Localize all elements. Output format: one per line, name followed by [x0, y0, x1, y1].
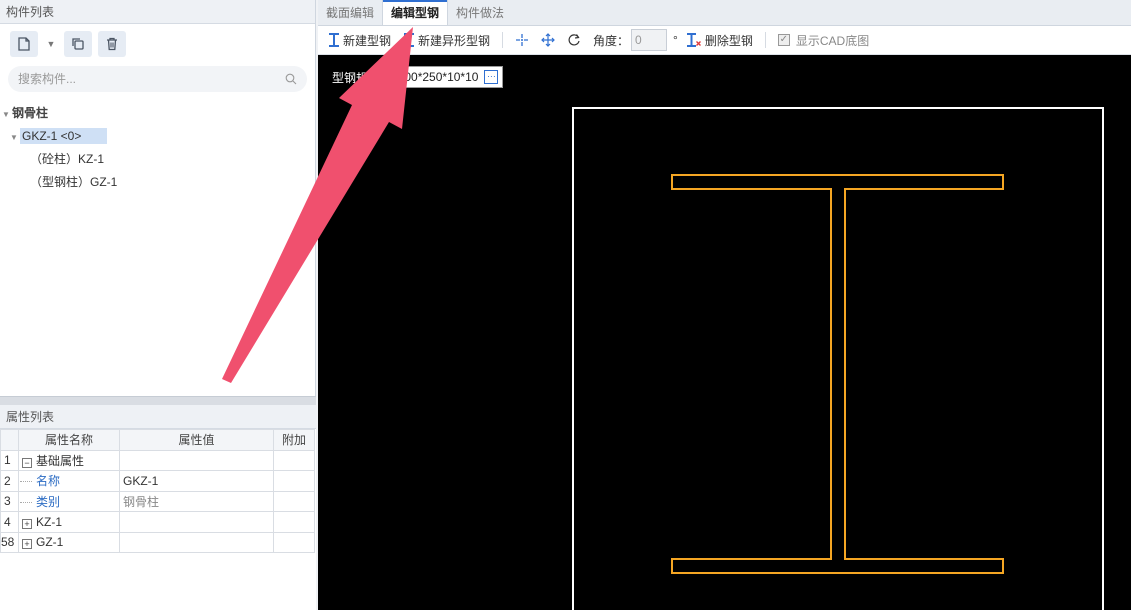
tree-node-label: GKZ-1 <0> — [20, 128, 108, 144]
row-extra[interactable] — [273, 511, 315, 533]
row-value[interactable]: GKZ-1 — [119, 470, 274, 492]
rotate-icon — [568, 34, 580, 46]
move-button[interactable] — [541, 33, 555, 47]
row-name: GZ-1 — [36, 535, 64, 550]
row-value[interactable] — [119, 511, 274, 533]
tree-node-label: 钢骨柱 — [12, 106, 49, 120]
row-name: 名称 — [22, 474, 60, 488]
new-steel-button[interactable]: 新建型钢 — [328, 32, 391, 49]
expand-icon[interactable]: + — [22, 518, 32, 529]
toolbar-divider — [502, 32, 504, 48]
expand-icon[interactable]: + — [22, 539, 32, 550]
new-file-icon — [18, 37, 30, 51]
row-extra[interactable] — [273, 470, 315, 492]
component-search-box — [8, 66, 307, 92]
new-component-button[interactable] — [10, 31, 38, 57]
components-panel-title: 构件列表 — [0, 0, 315, 24]
left-pane: 构件列表 ▼ ▼钢骨柱 ▼GKZ-1 <0> （砼柱）KZ-1 （型钢柱）GZ-… — [0, 0, 316, 610]
column-header-extra[interactable]: 附加 — [273, 429, 315, 451]
column-header-value[interactable]: 属性值 — [119, 429, 274, 451]
properties-panel: 属性列表 属性名称 属性值 附加 1 − 基础属性 2 名称 GKZ-1 3 类… — [0, 396, 316, 610]
properties-panel-title: 属性列表 — [0, 405, 316, 429]
show-cad-checkbox[interactable]: ✓ 显示CAD底图 — [777, 32, 869, 49]
tree-node-steel-column[interactable]: ▼ 钢骨柱 — [0, 102, 315, 125]
row-value[interactable] — [119, 449, 274, 471]
editor-tabs: 截面编辑 编辑型钢 构件做法 — [318, 0, 1131, 26]
row-name: 类别 — [22, 495, 60, 509]
steel-spec-field: 型钢规格 H300*250*10*10 ··· — [332, 66, 504, 88]
row-extra[interactable] — [273, 531, 315, 553]
chevron-down-icon: ▼ — [46, 39, 56, 49]
row-name: 基础属性 — [36, 453, 85, 468]
caret-down-icon[interactable]: ▼ — [10, 126, 20, 149]
steel-spec-value-box[interactable]: H300*250*10*10 ··· — [384, 66, 504, 88]
delete-i-beam-icon — [686, 33, 701, 47]
properties-table: 属性名称 属性值 附加 1 −基础属性 2 名称 GKZ-1 3 类别 钢骨柱 — [0, 429, 315, 553]
crosshair-icon — [516, 34, 529, 46]
copy-component-button[interactable] — [64, 31, 92, 57]
angle-label: 角度： — [593, 33, 630, 48]
steel-toolbar: 新建型钢 新建异形型钢 角度： ° 删除型钢 ✓ 显示CAD底图 — [318, 26, 1131, 55]
channel-steel-icon — [404, 33, 415, 47]
new-special-steel-button[interactable]: 新建异形型钢 — [403, 32, 490, 49]
tab-component-method[interactable]: 构件做法 — [448, 1, 512, 25]
component-search-input[interactable] — [18, 72, 285, 86]
table-row[interactable]: 2 名称 GKZ-1 — [0, 470, 315, 492]
tree-node-kz-1[interactable]: （砼柱）KZ-1 — [0, 148, 315, 171]
rotate-button[interactable] — [567, 33, 581, 47]
i-beam-icon — [329, 33, 339, 47]
column-header-name[interactable]: 属性名称 — [18, 429, 120, 451]
degree-symbol: ° — [673, 33, 678, 47]
component-tree: ▼ 钢骨柱 ▼ GKZ-1 <0> （砼柱）KZ-1 （型钢柱）GZ-1 — [0, 92, 315, 194]
tab-section-edit[interactable]: 截面编辑 — [318, 1, 382, 25]
center-point-button[interactable] — [515, 33, 529, 47]
angle-input[interactable] — [631, 29, 668, 51]
new-component-dropdown[interactable]: ▼ — [44, 31, 58, 57]
row-extra[interactable] — [273, 449, 315, 471]
steel-spec-label: 型钢规格 — [332, 70, 381, 85]
h-beam-outline — [671, 174, 1004, 574]
toolbar-divider — [764, 32, 766, 48]
trash-icon — [107, 37, 117, 51]
row-value[interactable]: 钢骨柱 — [119, 490, 274, 512]
row-extra[interactable] — [273, 490, 315, 512]
section-boundary — [572, 107, 1104, 610]
search-icon[interactable] — [285, 73, 297, 85]
steel-spec-value: H300*250*10*10 — [389, 70, 479, 84]
tree-node-label: （型钢柱）GZ-1 — [30, 175, 118, 189]
row-name: KZ-1 — [36, 514, 63, 529]
table-row[interactable]: 3 类别 钢骨柱 — [0, 490, 315, 512]
delete-steel-button[interactable]: 删除型钢 — [686, 32, 753, 49]
tree-node-gz-1[interactable]: （型钢柱）GZ-1 — [0, 171, 315, 194]
table-row[interactable]: 4 + KZ-1 — [0, 511, 315, 533]
row-value[interactable] — [119, 531, 274, 553]
move-icon — [541, 33, 555, 47]
copy-icon — [72, 38, 84, 50]
checkbox-checked-icon[interactable]: ✓ — [777, 34, 790, 46]
tab-edit-steel[interactable]: 编辑型钢 — [382, 0, 449, 25]
caret-down-icon[interactable]: ▼ — [2, 103, 12, 126]
panel-splitter[interactable] — [0, 396, 316, 405]
drawing-canvas[interactable]: 型钢规格 H300*250*10*10 ··· — [318, 55, 1131, 610]
table-row[interactable]: 1 − 基础属性 — [0, 449, 315, 471]
column-header-index — [0, 429, 19, 451]
components-toolbar: ▼ — [0, 24, 315, 64]
more-options-icon[interactable]: ··· — [484, 70, 499, 84]
table-row[interactable]: 58 + GZ-1 — [0, 531, 315, 553]
collapse-icon[interactable]: − — [22, 457, 32, 468]
section-drawing — [572, 107, 1104, 610]
tree-node-gkz-1[interactable]: ▼ GKZ-1 <0> — [0, 125, 315, 148]
tree-node-label: （砼柱）KZ-1 — [30, 152, 105, 166]
right-pane: 截面编辑 编辑型钢 构件做法 新建型钢 新建异形型钢 角度： ° 删除型钢 — [318, 0, 1131, 610]
delete-component-button[interactable] — [98, 31, 126, 57]
